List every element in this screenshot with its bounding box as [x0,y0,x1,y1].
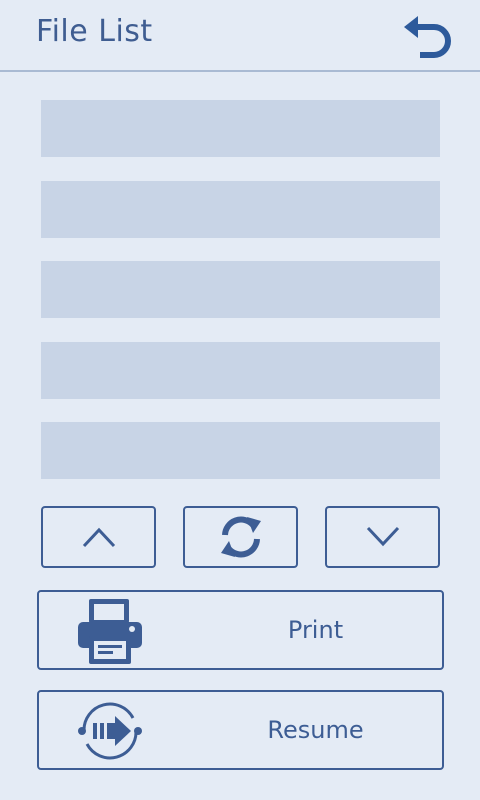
refresh-button[interactable] [183,506,298,568]
file-slot-4[interactable] [41,342,440,399]
back-arrow-icon [404,16,451,58]
scroll-up-button[interactable] [41,506,156,568]
chevron-down-icon [366,526,399,547]
resume-label: Resume [267,716,364,744]
resume-button[interactable]: Resume [37,690,444,770]
refresh-icon [220,516,261,558]
file-slot-3[interactable] [41,261,440,318]
file-slot-2[interactable] [41,181,440,238]
resume-icon [78,702,142,760]
print-label: Print [287,616,344,644]
printer-icon-wrap [75,596,145,666]
file-slot-5[interactable] [41,422,440,479]
printer-icon [78,599,142,664]
resume-icon-wrap [75,696,145,766]
scroll-down-button[interactable] [325,506,440,568]
back-button[interactable] [396,10,458,64]
chevron-up-icon [82,527,115,548]
print-button[interactable]: Print [37,590,444,670]
page-title: File List [36,14,153,49]
file-slot-1[interactable] [41,100,440,157]
header: File List [0,0,480,72]
